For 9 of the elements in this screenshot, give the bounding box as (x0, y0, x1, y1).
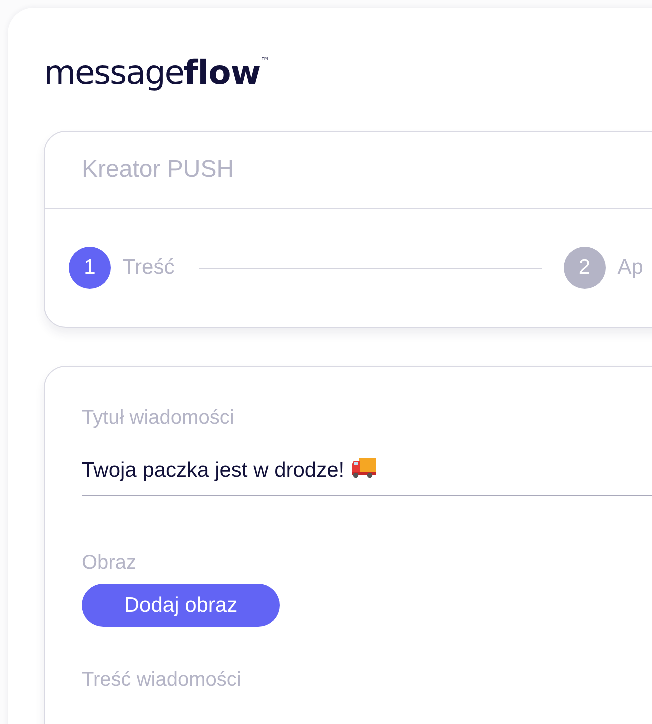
truck-icon (350, 457, 376, 479)
logo: messageflow$^{™}$ (44, 52, 270, 93)
field-label: Treść wiadomości (82, 668, 242, 693)
title-field[interactable]: Twoja paczka jest w drodze! (82, 457, 652, 496)
step-number[interactable]: 1 (69, 247, 111, 289)
field-label: Tytuł wiadomości (82, 406, 236, 431)
card-title: Kreator PUSH (82, 156, 234, 184)
field-label: Obraz (82, 551, 138, 576)
add-image-button[interactable]: Dodaj obraz (82, 584, 280, 627)
